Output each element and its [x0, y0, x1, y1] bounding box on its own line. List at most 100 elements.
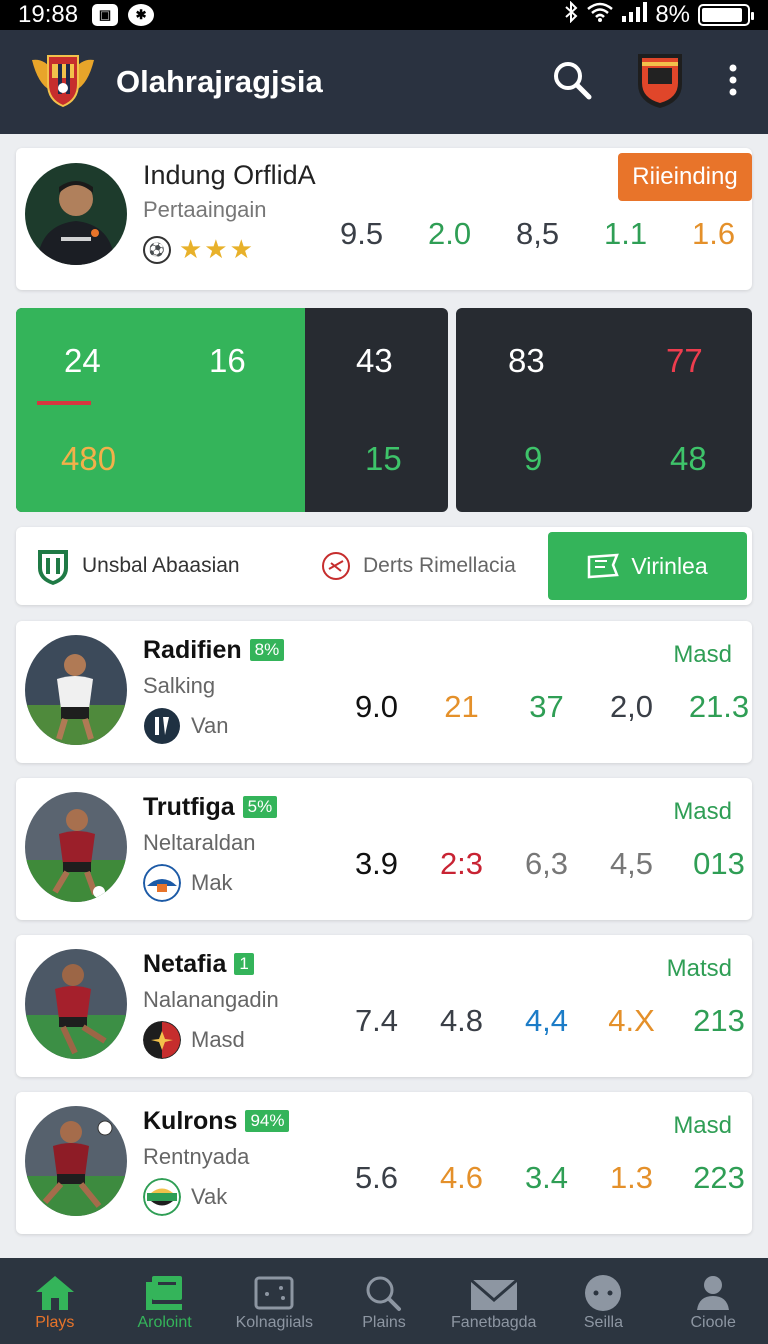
nav-item-kolnagiials[interactable]: Kolnagiials: [219, 1258, 329, 1344]
player-stat: 4.8: [439, 1003, 484, 1038]
team-logo-icon: [143, 1021, 181, 1059]
score-value: 48: [670, 440, 707, 477]
more-options-icon[interactable]: [728, 64, 738, 101]
player-stat: 2,0: [609, 689, 654, 724]
player-stat: 9.0: [354, 689, 399, 724]
tab-label: Unsbal Abaasian: [82, 554, 240, 577]
player-position: Salking: [143, 673, 216, 698]
app-title: Olahrajragjsia: [116, 64, 323, 99]
featured-stat: 8,5: [516, 216, 560, 251]
nav-item-seilla[interactable]: Seilla: [549, 1258, 659, 1344]
player-stats: 3.9 2:3 6,3 4,5 013: [334, 846, 764, 882]
tab-unsbal[interactable]: Unsbal Abaasian: [36, 527, 240, 605]
player-status: Masd: [673, 798, 732, 825]
player-team: Vak: [143, 1178, 227, 1216]
player-team: Mak: [143, 864, 233, 902]
nav-item-fanetbagda[interactable]: Fanetbagda: [439, 1258, 549, 1344]
nav-item-cioole[interactable]: Cioole: [658, 1258, 768, 1344]
team-name: Mak: [191, 870, 233, 895]
app-notification-icon: ✱: [128, 4, 155, 26]
featured-player-avatar: [25, 163, 127, 265]
home-icon: [34, 1272, 76, 1314]
player-stat: 21: [444, 689, 479, 724]
featured-stat: 1.6: [692, 216, 736, 251]
team-name: Masd: [191, 1027, 245, 1052]
player-stat: 013: [693, 846, 745, 881]
player-stats: 9.0 21 37 2,0 21.3: [334, 689, 764, 725]
nav-label: Seilla: [583, 1314, 624, 1331]
nav-label: Plains: [362, 1314, 406, 1331]
player-stat: 223: [693, 1160, 745, 1195]
score-value: 43: [356, 342, 393, 379]
player-stat: 21.3: [688, 689, 750, 724]
player-stat: 213: [693, 1003, 745, 1038]
player-position: Nalanangadin: [143, 987, 279, 1012]
featured-player-badges: ⚽ ★★★: [143, 234, 255, 265]
player-stat: 4,4: [524, 1003, 569, 1038]
search-icon: [363, 1272, 405, 1314]
bluetooth-icon: [563, 0, 579, 30]
player-team: Van: [143, 707, 229, 745]
player-row[interactable]: Trutfiga 5% Neltaraldan Mak Masd 3.9 2:3 …: [16, 778, 752, 920]
player-name: Radifien 8%: [143, 636, 285, 665]
player-avatar: [25, 1106, 127, 1216]
dashboard-icon: [144, 1272, 186, 1314]
player-stat: 4.6: [439, 1160, 484, 1195]
score-indicator-line: [37, 401, 91, 405]
player-name: Trutfiga 5%: [143, 793, 278, 822]
bottom-navigation: Plays Aroloint Kolnagiials Plains Fanetb…: [0, 1258, 768, 1344]
search-icon[interactable]: [552, 60, 592, 105]
mail-icon: [469, 1272, 519, 1314]
featured-player-name: Indung OrflidA: [143, 160, 316, 190]
nav-item-plays[interactable]: Plays: [0, 1258, 110, 1344]
team-name: Vak: [191, 1184, 228, 1209]
nav-item-plains[interactable]: Plains: [329, 1258, 439, 1344]
club-logo-icon: ⚽: [143, 235, 171, 264]
score-value: 9: [524, 440, 543, 477]
team-badge-icon[interactable]: [632, 50, 688, 115]
featured-action-button[interactable]: Riieinding: [618, 153, 752, 201]
featured-stat: 1.1: [604, 216, 648, 251]
player-stat: 4,5: [609, 846, 654, 881]
player-row[interactable]: Radifien 8% Salking Van Masd 9.0 21 37 2,…: [16, 621, 752, 763]
shield-icon: [36, 546, 70, 586]
featured-stat: 2.0: [428, 216, 472, 251]
signal-icon: [621, 1, 648, 29]
player-badge: 94%: [245, 1110, 290, 1132]
player-avatar: [25, 635, 127, 745]
player-status: Masd: [673, 1112, 732, 1139]
wifi-icon: [587, 1, 614, 29]
score-value: 24: [64, 342, 101, 379]
team-logo-icon: [143, 1178, 181, 1216]
team-name: Van: [191, 713, 229, 738]
player-row[interactable]: Kulrons 94% Rentnyada Vak Masd 5.6 4.6 3.…: [16, 1092, 752, 1234]
nav-item-aroloint[interactable]: Aroloint: [110, 1258, 220, 1344]
player-avatar: [25, 949, 127, 1059]
player-stat: 37: [529, 689, 564, 724]
player-badge: 8%: [249, 639, 285, 661]
player-status: Matsd: [666, 955, 732, 982]
player-name: Netafia 1: [143, 950, 254, 979]
score-panel-highlight: [16, 308, 305, 512]
player-name-text: Netafia: [143, 950, 227, 978]
player-stat: 1.3: [609, 1160, 654, 1195]
score-panel-2[interactable]: 83 77 9 48: [456, 308, 752, 512]
featured-stat: 9.5: [340, 216, 384, 251]
tab-virinlea[interactable]: Virinlea: [548, 532, 747, 600]
rating-stars-icon: ★★★: [179, 234, 255, 264]
player-row[interactable]: Netafia 1 Nalanangadin Masd Matsd 7.4 4.8…: [16, 935, 752, 1077]
tab-bar: Unsbal Abaasian Derts Rimellacia Virinle…: [16, 527, 752, 605]
battery-percent: 8%: [655, 1, 690, 28]
featured-player-card[interactable]: Indung OrflidA Pertaaingain ⚽ ★★★ Riiein…: [16, 148, 752, 290]
player-stat: 7.4: [354, 1003, 399, 1038]
player-stat: 3.9: [354, 846, 399, 881]
tab-derts[interactable]: Derts Rimellacia: [321, 527, 516, 605]
score-value: 480: [61, 440, 117, 477]
player-name-text: Radifien: [143, 636, 242, 664]
player-position: Neltaraldan: [143, 830, 256, 855]
player-name-text: Kulrons: [143, 1107, 238, 1135]
nav-label: Kolnagiials: [235, 1314, 313, 1331]
score-value: 83: [508, 342, 545, 379]
score-panel-1[interactable]: 24 16 43 480 15: [16, 308, 448, 512]
player-stat: 2:3: [439, 846, 484, 881]
